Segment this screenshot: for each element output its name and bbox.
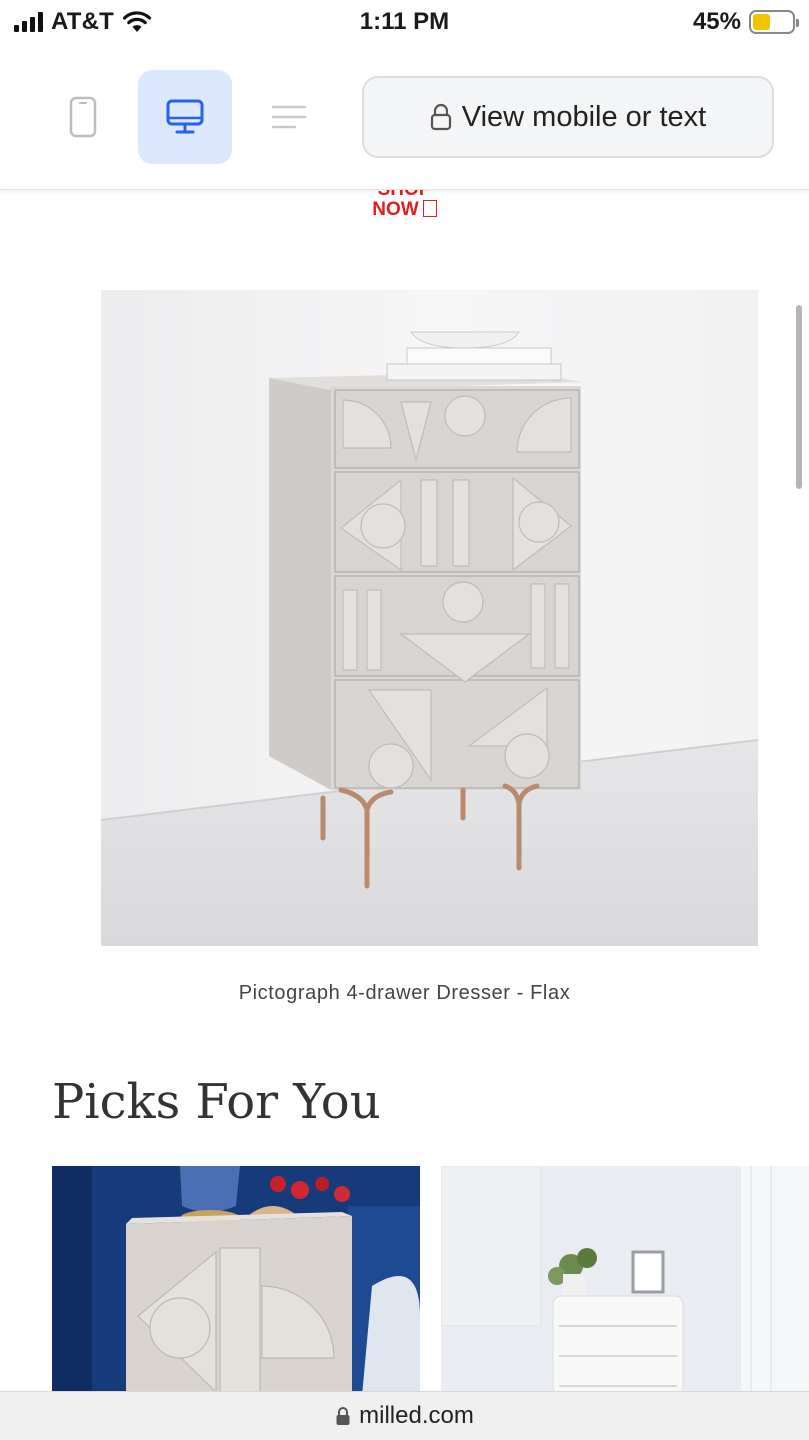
desktop-icon bbox=[166, 99, 204, 134]
nightstand-photo bbox=[52, 1166, 420, 1396]
url-text: milled.com bbox=[359, 1402, 474, 1429]
page-scrollbar[interactable] bbox=[796, 305, 802, 489]
view-mobile-label: View mobile or text bbox=[461, 100, 707, 133]
battery-icon bbox=[749, 10, 799, 34]
status-time: 1:11 PM bbox=[359, 8, 450, 35]
text-lines-icon bbox=[271, 105, 307, 129]
mobile-view-button[interactable] bbox=[36, 70, 130, 164]
battery-percent: 45% bbox=[692, 8, 741, 35]
shop-now-label: NOW bbox=[372, 199, 419, 220]
white-dresser-photo bbox=[441, 1166, 809, 1396]
view-toolbar: View mobile or text bbox=[0, 48, 809, 190]
battery-level bbox=[753, 14, 771, 30]
view-mobile-or-text-button[interactable]: View mobile or text bbox=[362, 76, 774, 158]
pick-item-2[interactable] bbox=[441, 1166, 809, 1396]
lock-icon bbox=[430, 103, 451, 131]
status-bar: AT&T 1:11 PM 45% bbox=[0, 0, 809, 48]
status-right: 45% bbox=[692, 8, 799, 36]
product-image[interactable] bbox=[100, 290, 759, 946]
picks-heading: Picks For You bbox=[52, 1074, 381, 1130]
text-view-button[interactable] bbox=[242, 70, 336, 164]
arrow-box-icon bbox=[422, 200, 437, 217]
desktop-view-button[interactable] bbox=[138, 70, 232, 164]
lock-icon bbox=[336, 1407, 350, 1425]
dresser-photo bbox=[100, 290, 759, 946]
browser-url-bar[interactable]: milled.com bbox=[0, 1391, 809, 1440]
pick-item-1[interactable] bbox=[52, 1166, 420, 1396]
product-caption: Pictograph 4-drawer Dresser - Flax bbox=[238, 982, 571, 1004]
phone-icon bbox=[69, 96, 97, 138]
